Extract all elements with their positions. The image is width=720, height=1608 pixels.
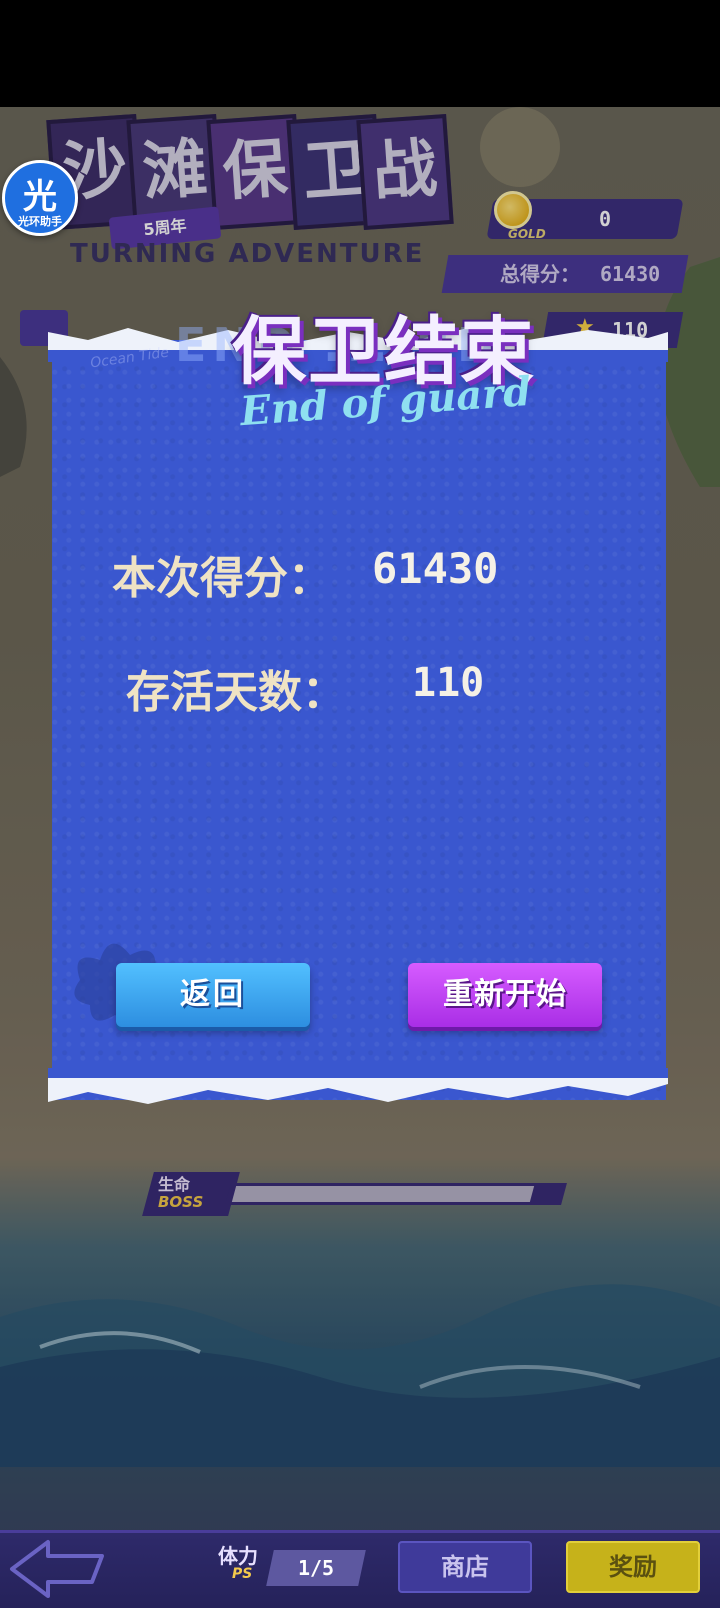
helper-logo-icon[interactable]: 光 光环助手 xyxy=(2,160,78,236)
reward-button[interactable]: 奖励 xyxy=(566,1541,700,1593)
survival-days-label: 存活天数： xyxy=(126,667,346,718)
stamina-label: 体力 xyxy=(218,1544,258,1568)
status-bar xyxy=(0,0,720,107)
back-arrow-icon[interactable] xyxy=(4,1536,108,1602)
score-label: 本次得分： xyxy=(112,553,332,604)
reward-button-label: 奖励 xyxy=(609,1553,657,1581)
score-value: 61430 xyxy=(372,544,499,593)
restart-button[interactable]: 重新开始 xyxy=(408,963,602,1027)
stamina-ps-tag: PS xyxy=(232,1566,253,1582)
shop-button[interactable]: 商店 xyxy=(398,1541,532,1593)
stamina-value: 1/5 xyxy=(297,1556,335,1580)
survival-days-value: 110 xyxy=(412,660,485,706)
return-button-label: 返回 xyxy=(180,977,246,1012)
restart-button-label: 重新开始 xyxy=(443,977,567,1012)
helper-glyph: 光 xyxy=(23,177,57,217)
return-button[interactable]: 返回 xyxy=(116,963,310,1027)
shop-button-label: 商店 xyxy=(441,1553,489,1581)
dialog-torn-bottom xyxy=(48,1068,668,1104)
helper-label: 光环助手 xyxy=(18,215,62,228)
